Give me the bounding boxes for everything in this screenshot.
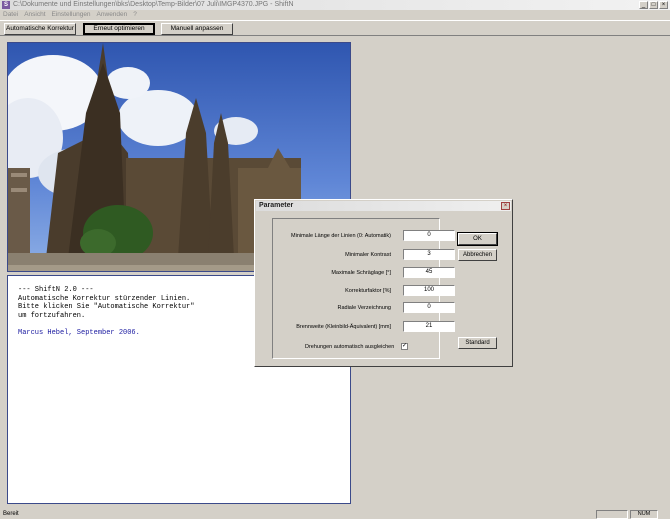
param-label-min-length: Minimale Länge der Linien (0: Automatik)	[291, 233, 391, 239]
menu-einstellungen[interactable]: Einstellungen	[52, 10, 91, 20]
param-label-radial-distortion: Radiale Verzeichnung	[337, 305, 391, 311]
dialog-close-button[interactable]: ×	[501, 202, 510, 210]
manual-adjust-button[interactable]: Manuell anpassen	[161, 23, 233, 35]
window-title: C:\Dokumente und Einstellungen\bks\Deskt…	[13, 1, 294, 8]
ok-button[interactable]: OK	[457, 232, 498, 246]
param-label-correction-factor: Korrekturfaktor [%]	[345, 288, 391, 294]
app-icon[interactable]: S	[2, 1, 10, 9]
menu-ansicht[interactable]: Ansicht	[24, 10, 45, 20]
cancel-button[interactable]: Abbrechen	[458, 249, 497, 261]
title-bar: S C:\Dokumente und Einstellungen\bks\Des…	[0, 0, 670, 10]
num-lock-indicator: NUM	[630, 510, 658, 519]
parameter-group: Minimale Länge der Linien (0: Automatik)…	[272, 218, 455, 359]
auto-correct-button[interactable]: Automatische Korrektur	[4, 23, 76, 35]
min-contrast-field[interactable]: 3	[403, 249, 455, 260]
param-label-focal-length: Brennweite (Kleinbild-Äquivalent) [mm]	[296, 324, 391, 330]
menu-help[interactable]: ?	[133, 10, 137, 20]
max-skew-field[interactable]: 45	[403, 267, 455, 278]
close-button[interactable]: ×	[659, 1, 668, 9]
maximize-button[interactable]: □	[649, 1, 658, 9]
resize-grip-icon[interactable]	[659, 510, 668, 519]
minimize-button[interactable]: _	[639, 1, 648, 9]
min-length-field[interactable]: 0	[403, 230, 455, 241]
intro-text: --- ShiftN 2.0 --- Automatische Korrektu…	[18, 286, 195, 320]
author-credit: Marcus Hebel, September 2006.	[18, 328, 140, 337]
param-label-min-contrast: Minimaler Kontrast	[345, 252, 391, 258]
window-controls: _ □ ×	[639, 1, 668, 9]
status-text: Bereit	[3, 511, 19, 517]
param-label-max-skew: Maximale Schräglage [°]	[331, 270, 391, 276]
correction-factor-field[interactable]: 100	[403, 285, 455, 296]
auto-rotate-checkbox[interactable]: ✓	[401, 343, 408, 350]
dialog-title: Parameter	[259, 202, 294, 209]
toolbar: Automatische Korrektur Erneut optimieren…	[0, 20, 670, 36]
re-optimize-button[interactable]: Erneut optimieren	[83, 23, 155, 35]
menu-datei[interactable]: Datei	[3, 10, 18, 20]
radial-distortion-field[interactable]: 0	[403, 302, 455, 313]
standard-button[interactable]: Standard	[458, 337, 497, 349]
focal-length-field[interactable]: 21	[403, 321, 455, 332]
dialog-title-bar[interactable]: Parameter ×	[256, 201, 511, 211]
status-cell-empty	[596, 510, 628, 519]
menu-bar: Datei Ansicht Einstellungen Anwenden ?	[0, 10, 670, 20]
parameter-dialog: Parameter × Minimale Länge der Linien (0…	[254, 199, 513, 367]
menu-anwenden[interactable]: Anwenden	[97, 10, 128, 20]
status-bar: Bereit NUM	[0, 510, 670, 519]
auto-rotate-label: Drehungen automatisch ausgleichen	[305, 344, 395, 350]
